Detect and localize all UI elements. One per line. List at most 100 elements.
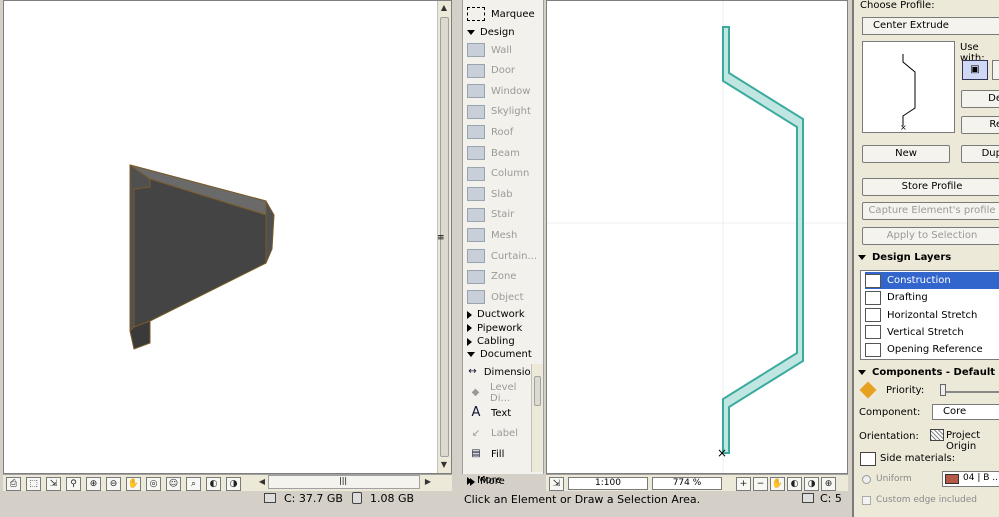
scroll-down-icon[interactable]: ▼: [438, 460, 450, 469]
dimension-icon: ↔: [468, 366, 477, 377]
tool-window[interactable]: Window: [467, 81, 537, 101]
zoom-field[interactable]: 774 %: [652, 477, 722, 490]
priority-slider-track[interactable]: [940, 391, 999, 393]
3d-window[interactable]: ▲ ▼: [3, 0, 452, 474]
tool-skylight[interactable]: Skylight: [467, 102, 537, 122]
tool-fill[interactable]: ▤ Fill: [467, 444, 537, 464]
pan-icon[interactable]: ✋: [770, 477, 785, 491]
preview-origin-marker: ×: [900, 123, 907, 132]
scroll-thumb[interactable]: [534, 376, 541, 406]
disk-icon: [802, 493, 814, 503]
scroll-up-icon[interactable]: ▲: [438, 3, 450, 12]
layer-horizontal-stretch[interactable]: Horizontal Stretch: [865, 307, 999, 324]
fit-icon[interactable]: ⇲: [549, 477, 564, 491]
fit-icon[interactable]: ⇲: [46, 477, 61, 491]
zoom-out-icon[interactable]: −: [753, 477, 768, 491]
disk-icon: [264, 493, 276, 503]
duplicate-button[interactable]: Dup: [961, 145, 999, 163]
zoom-out-icon[interactable]: ⊖: [106, 477, 121, 491]
pan-icon[interactable]: ✋: [126, 477, 141, 491]
zoom-next-icon[interactable]: ◑: [226, 477, 241, 491]
store-profile-button[interactable]: Store Profile: [862, 178, 999, 196]
tool-marquee[interactable]: Marquee: [467, 4, 537, 24]
tool-label[interactable]: ↙ Label: [467, 424, 537, 444]
tool-door[interactable]: Door: [467, 61, 537, 81]
material-swatch[interactable]: 04 | B ...: [942, 471, 999, 487]
tool-dimension[interactable]: ↔ Dimension: [467, 362, 537, 382]
toolbox-scrollbar[interactable]: [531, 364, 543, 472]
collapse-icon: [467, 324, 472, 332]
tool-text[interactable]: A Text: [467, 403, 537, 423]
zoom-icon[interactable]: ⚲: [66, 477, 81, 491]
zoom-next-icon[interactable]: ◑: [804, 477, 819, 491]
uniform-radio[interactable]: [862, 475, 871, 484]
scroll-right-icon[interactable]: ▶: [422, 477, 434, 486]
zoom-window-icon[interactable]: ⊕: [821, 477, 836, 491]
splitter-handle[interactable]: ≡: [437, 234, 445, 243]
material-name: 04 | B ...: [963, 473, 999, 483]
layer-icon: [865, 290, 881, 305]
group-more[interactable]: More: [470, 476, 505, 487]
group-cabling[interactable]: Cabling: [467, 336, 515, 347]
tool-level-dimension[interactable]: ◆ Level Di...: [467, 382, 537, 404]
collapse-icon: [470, 477, 475, 486]
hscroll-grip[interactable]: |||: [339, 476, 347, 485]
profile-drawing[interactable]: ×: [547, 1, 847, 473]
tool-curtain[interactable]: Curtain...: [467, 246, 537, 266]
print-icon[interactable]: ⎙: [6, 477, 21, 491]
profile-editor-window[interactable]: ×: [546, 0, 848, 474]
magnify-icon[interactable]: ⌕: [186, 477, 201, 491]
tool-slab[interactable]: Slab: [467, 184, 537, 204]
orbit-icon[interactable]: ◎: [146, 477, 161, 491]
orientation-value[interactable]: Project Origin: [946, 430, 999, 452]
priority-slider-thumb[interactable]: [940, 384, 946, 396]
group-design[interactable]: Design: [467, 27, 515, 38]
use-with-beam-icon[interactable]: [992, 60, 999, 80]
apply-to-selection-button[interactable]: Apply to Selection: [862, 227, 999, 245]
profile-dropdown[interactable]: Center Extrude: [862, 17, 999, 35]
tool-wall[interactable]: Wall: [467, 40, 537, 60]
layer-drafting[interactable]: Drafting: [865, 289, 999, 306]
marquee-icon: [467, 7, 485, 21]
layer-opening-reference[interactable]: Opening Reference: [865, 341, 999, 358]
priority-icon: [859, 381, 877, 399]
zoom-box-icon[interactable]: ⬚: [26, 477, 41, 491]
walk-icon[interactable]: ☺: [166, 477, 181, 491]
tool-object[interactable]: Object: [467, 287, 537, 307]
3d-horizontal-scrollbar[interactable]: |||: [268, 475, 420, 489]
scroll-left-icon[interactable]: ◀: [256, 477, 268, 486]
tool-stair[interactable]: Stair: [467, 205, 537, 225]
zoom-in-icon[interactable]: ⊕: [86, 477, 101, 491]
collapse-icon: [467, 310, 472, 319]
tool-roof[interactable]: Roof: [467, 122, 537, 142]
group-ductwork[interactable]: Ductwork: [467, 309, 525, 320]
delete-button[interactable]: De: [961, 90, 999, 108]
zoom-in-icon[interactable]: +: [736, 477, 751, 491]
3d-model-view[interactable]: [4, 1, 437, 471]
zoom-prev-icon[interactable]: ◐: [206, 477, 221, 491]
tool-mesh[interactable]: Mesh: [467, 225, 537, 245]
group-document[interactable]: Document: [467, 349, 532, 360]
layer-vertical-stretch[interactable]: Vertical Stretch: [865, 324, 999, 341]
stair-icon: [467, 207, 485, 222]
tool-zone[interactable]: Zone: [467, 267, 537, 287]
group-pipework[interactable]: Pipework: [467, 323, 522, 334]
new-profile-button[interactable]: New: [862, 145, 950, 163]
scale-field[interactable]: 1:100: [568, 477, 648, 490]
use-with-wall-icon[interactable]: ▣: [962, 60, 988, 80]
expand-icon: [858, 370, 866, 375]
roof-icon: [467, 125, 485, 140]
rename-button[interactable]: Re: [961, 116, 999, 134]
capture-profile-button[interactable]: Capture Element's profile: [862, 202, 999, 220]
component-label: Component:: [859, 407, 921, 418]
layer-construction[interactable]: Construction: [865, 272, 999, 289]
orientation-icon: [930, 429, 944, 441]
profile-shape[interactable]: [722, 26, 804, 454]
zoom-prev-icon[interactable]: ◐: [787, 477, 802, 491]
design-layers-header[interactable]: Design Layers: [858, 252, 951, 263]
custom-edge-checkbox[interactable]: [862, 496, 871, 505]
tool-beam[interactable]: Beam: [467, 143, 537, 163]
components-header[interactable]: Components - Default: [858, 367, 995, 378]
component-dropdown[interactable]: Core: [932, 404, 999, 420]
tool-column[interactable]: Column: [467, 164, 537, 184]
